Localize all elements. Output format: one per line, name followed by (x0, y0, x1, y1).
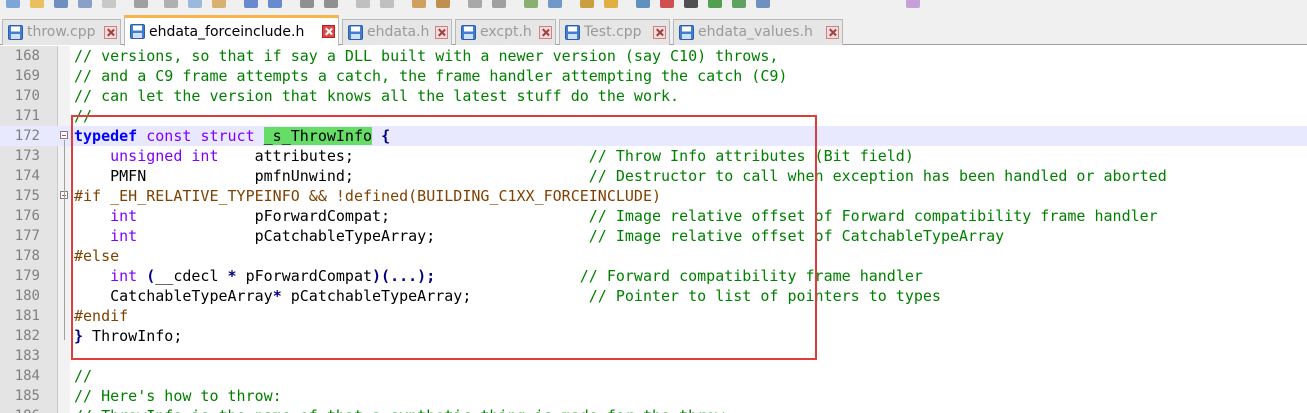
line-number: 173 (14, 148, 40, 164)
line-number: 177 (14, 228, 40, 244)
code-token: // versions, so that if say a DLL built … (74, 47, 779, 65)
code-text: // Here's how to throw: (74, 386, 282, 406)
show-all-chars-icon[interactable] (468, 0, 482, 8)
code-line[interactable]: 169 // and a C9 frame attempts a catch, t… (0, 66, 1307, 86)
tab-test-cpp[interactable]: Test.cpp (559, 19, 670, 45)
line-number: 186 (0, 406, 40, 413)
code-text: // (74, 366, 92, 386)
lang-icon[interactable] (524, 0, 538, 8)
save-file-icon (8, 25, 23, 40)
close-icon[interactable] (653, 26, 666, 39)
tab-bar: throw.cpp ehdata_forceinclude.h ehdata.h… (0, 12, 1307, 46)
save-file-icon (130, 24, 145, 39)
tab-ehdata-forceinclude-h[interactable]: ehdata_forceinclude.h (124, 15, 339, 46)
save-macro-icon[interactable] (756, 0, 770, 8)
line-number: 170 (14, 88, 40, 104)
code-text: // and a C9 frame attempts a catch, the … (74, 66, 787, 86)
close-icon[interactable] (539, 26, 552, 39)
code-line[interactable]: 184 // (0, 366, 1307, 386)
close-icon[interactable] (435, 26, 448, 39)
tab-label: throw.cpp (27, 24, 96, 40)
close-icon[interactable] (322, 25, 335, 38)
replace-icon[interactable] (324, 0, 338, 8)
line-number: 179 (14, 268, 40, 284)
tab-label: Test.cpp (584, 24, 642, 40)
line-number: 174 (14, 168, 40, 184)
tab-label: excpt.h (480, 24, 532, 40)
find-icon[interactable] (300, 0, 314, 8)
fold-toggle-icon[interactable] (60, 131, 68, 139)
save-file-icon (348, 25, 363, 40)
code-token: // ThrowInfo is the name of that a synth… (74, 407, 724, 413)
line-number: 169 (14, 68, 40, 84)
close-icon[interactable] (104, 26, 117, 39)
cut-icon[interactable] (164, 0, 178, 8)
undo-icon[interactable] (244, 0, 258, 8)
line-number: 185 (14, 388, 40, 404)
save-file-icon (565, 25, 580, 40)
indent-guide-icon[interactable] (492, 0, 506, 8)
open-file-icon[interactable] (30, 0, 44, 8)
line-number: 171 (14, 108, 40, 124)
copy-icon[interactable] (188, 0, 202, 8)
code-text: // versions, so that if say a DLL built … (74, 46, 778, 66)
line-number: 181 (14, 308, 40, 324)
line-number: 183 (14, 348, 40, 364)
monitor-icon[interactable] (636, 0, 650, 8)
code-line[interactable]: 186 // ThrowInfo is the name of that a sy… (0, 406, 1307, 413)
close-file-icon[interactable] (102, 0, 116, 8)
print-icon[interactable] (134, 0, 148, 8)
wrap-icon[interactable] (436, 0, 450, 8)
fold-guide (64, 140, 65, 340)
code-token: // and a C9 frame attempts a catch, the … (74, 67, 788, 85)
tab-throw-cpp[interactable]: throw.cpp (2, 19, 121, 45)
run-macro-multiple-icon[interactable] (732, 0, 746, 8)
tab-ehdata-h[interactable]: ehdata.h (342, 19, 452, 45)
close-icon[interactable] (826, 26, 839, 39)
line-number: 172 (14, 128, 40, 144)
tab-label: ehdata.h (367, 24, 430, 40)
doc-map-icon[interactable] (548, 0, 562, 8)
line-number: 184 (14, 368, 40, 384)
code-token: // Here's how to throw: (74, 387, 282, 405)
code-line[interactable]: 185 // Here's how to throw: (0, 386, 1307, 406)
tab-label: ehdata_forceinclude.h (149, 24, 305, 40)
paste-icon[interactable] (212, 0, 226, 8)
line-number: 180 (14, 288, 40, 304)
line-number: 175 (14, 188, 40, 204)
save-icon[interactable] (54, 0, 68, 8)
code-editor[interactable]: 168 // versions, so that if say a DLL bui… (0, 46, 1307, 413)
line-number: 176 (14, 208, 40, 224)
tab-ehdata-values-h[interactable]: ehdata_values.h (673, 19, 843, 45)
code-text: // ThrowInfo is the name of that a synth… (74, 406, 724, 413)
record-macro-icon[interactable] (660, 0, 674, 8)
stop-macro-icon[interactable] (684, 0, 698, 8)
sync-scroll-icon[interactable] (412, 0, 426, 8)
tab-label: ehdata_values.h (698, 24, 813, 40)
toolbar (0, 0, 1307, 12)
code-line[interactable]: 168 // versions, so that if say a DLL bui… (0, 46, 1307, 66)
save-all-icon[interactable] (78, 0, 92, 8)
save-file-icon (461, 25, 476, 40)
save-file-icon (679, 25, 694, 40)
new-file-icon[interactable] (6, 0, 20, 8)
code-text: // can let the version that knows all th… (74, 86, 679, 106)
tab-excpt-h[interactable]: excpt.h (455, 19, 556, 45)
line-number: 168 (14, 48, 40, 64)
line-number: 178 (14, 248, 40, 264)
spell-check-icon[interactable] (906, 0, 920, 8)
annotation-highlight-box (71, 115, 817, 360)
zoom-in-icon[interactable] (356, 0, 370, 8)
code-line[interactable]: 170 // can let the version that knows all… (0, 86, 1307, 106)
function-list-icon[interactable] (580, 0, 594, 8)
line-number: 182 (14, 328, 40, 344)
redo-icon[interactable] (268, 0, 282, 8)
zoom-out-icon[interactable] (380, 0, 394, 8)
code-token: // can let the version that knows all th… (74, 87, 680, 105)
play-macro-icon[interactable] (708, 0, 722, 8)
folder-workspace-icon[interactable] (604, 0, 618, 8)
code-token: // (74, 367, 93, 385)
